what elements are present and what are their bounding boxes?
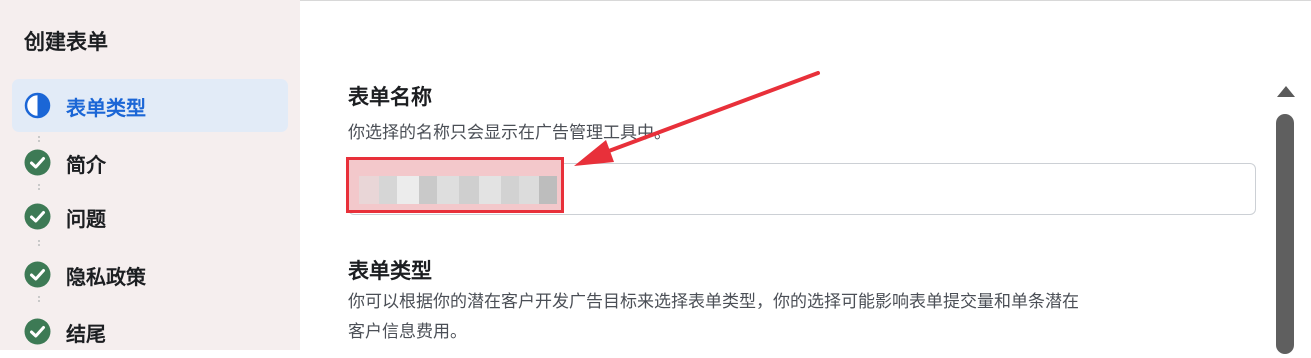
step-ending[interactable]: 结尾 (12, 305, 288, 358)
half-circle-icon (24, 92, 51, 119)
step-label: 表单类型 (66, 96, 146, 120)
scrollbar-up-arrow[interactable] (1277, 86, 1295, 97)
step-form-type[interactable]: 表单类型 (12, 79, 288, 132)
step-label: 简介 (66, 153, 106, 177)
form-name-heading: 表单名称 (348, 85, 432, 109)
step-questions[interactable]: 问题 (12, 190, 288, 243)
sidebar: 创建表单 表单类型 简介 问题 隐私政策 结尾 (0, 0, 300, 350)
check-circle-icon (24, 318, 51, 345)
step-intro[interactable]: 简介 (12, 136, 288, 189)
form-type-description-line2: 客户信息费用。 (348, 322, 467, 342)
step-label: 隐私政策 (66, 265, 146, 289)
check-circle-icon (24, 203, 51, 230)
check-circle-icon (24, 149, 51, 176)
step-label: 问题 (66, 207, 106, 231)
step-connector (38, 296, 43, 302)
step-privacy-policy[interactable]: 隐私政策 (12, 248, 288, 301)
step-label: 结尾 (66, 322, 106, 346)
check-circle-icon (24, 261, 51, 288)
redacted-name-value (346, 157, 564, 213)
form-type-description-line1: 你可以根据你的潜在客户开发广告目标来选择表单类型，你的选择可能影响表单提交量和单… (348, 292, 1079, 312)
step-connector (38, 240, 43, 246)
form-type-heading: 表单类型 (348, 259, 432, 283)
scrollbar-thumb[interactable] (1276, 114, 1294, 354)
sidebar-title: 创建表单 (24, 30, 108, 54)
annotation-arrow (574, 71, 820, 166)
